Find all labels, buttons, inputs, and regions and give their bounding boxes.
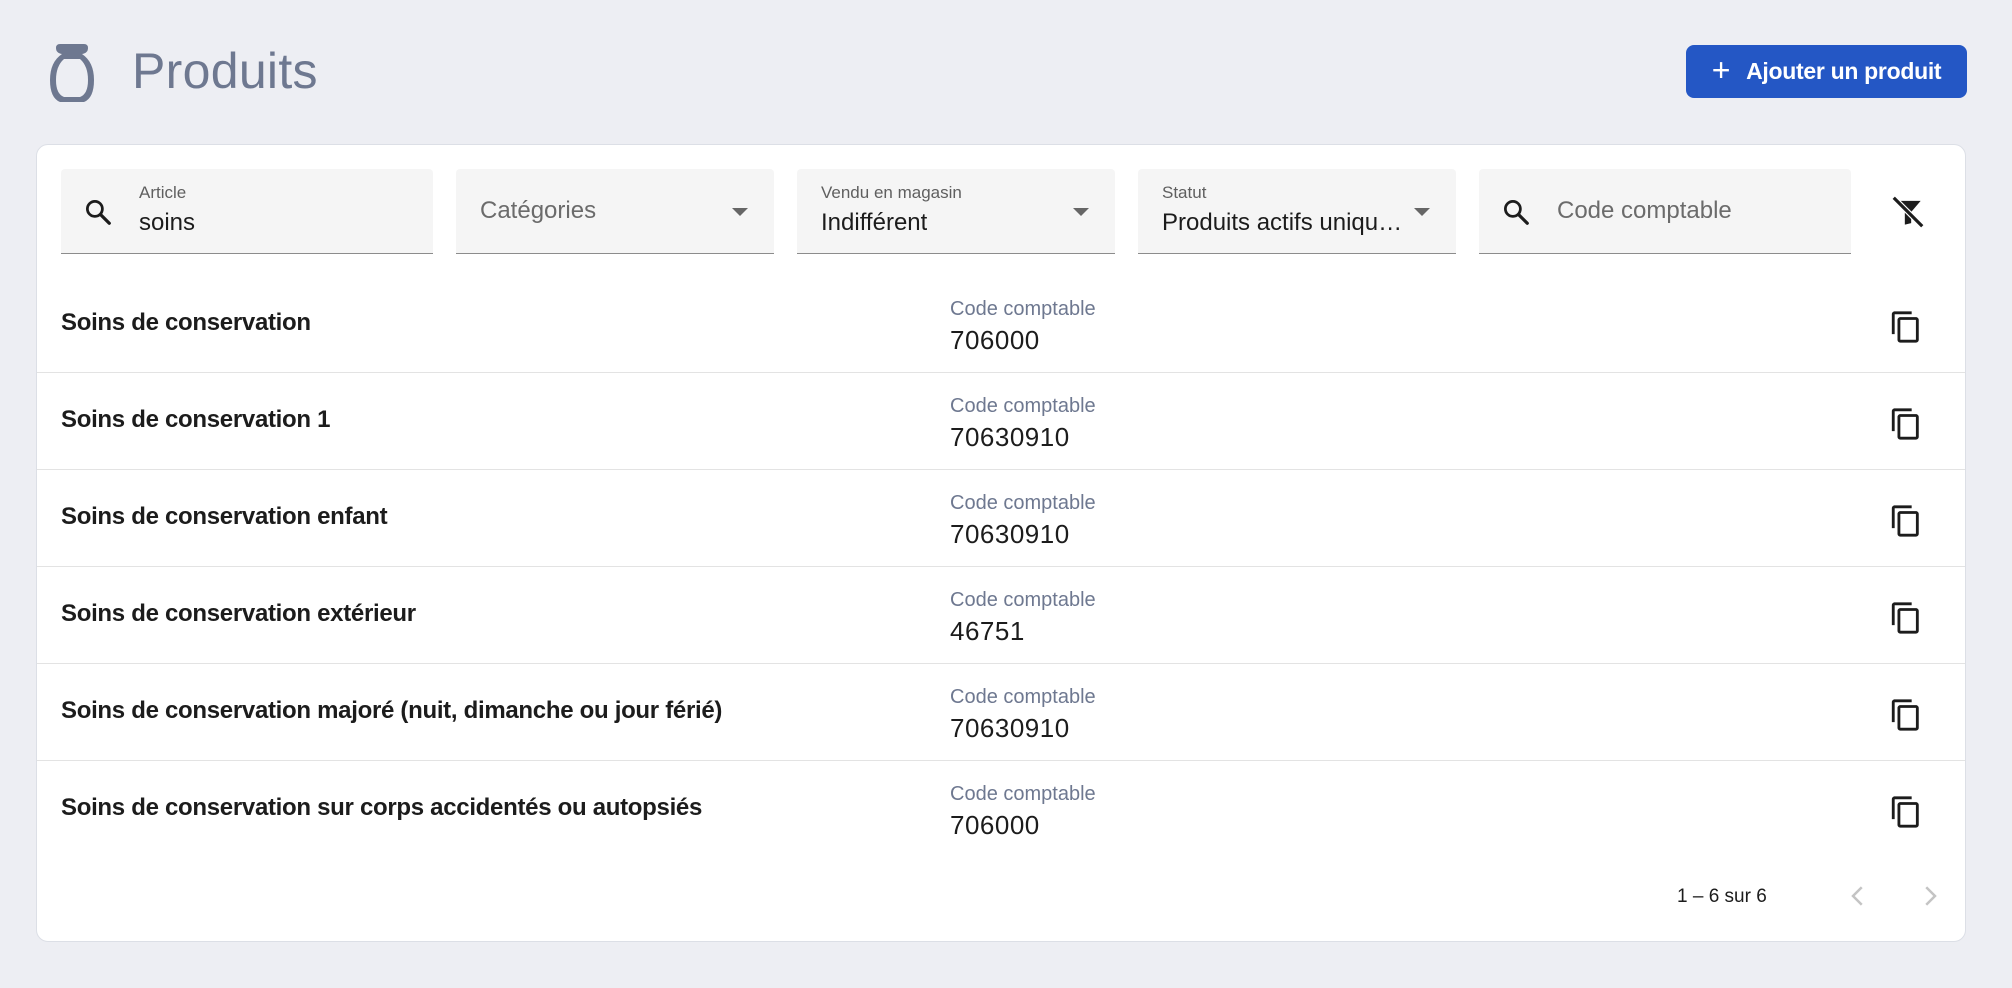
table-row[interactable]: Soins de conservation 1 Code comptable 7… [37, 373, 1965, 470]
vendu-label: Vendu en magasin [821, 183, 962, 202]
statut-label: Statut [1162, 183, 1207, 202]
code-value: 70630910 [950, 519, 1070, 549]
chevron-right-icon[interactable] [1915, 881, 1945, 911]
code-label: Code comptable [950, 783, 1096, 805]
copy-icon[interactable] [1889, 794, 1923, 830]
code-placeholder: Code comptable [1557, 197, 1732, 224]
product-name: Soins de conservation 1 [61, 406, 331, 433]
code-label: Code comptable [950, 298, 1096, 320]
page-header: Produits + Ajouter un produit [0, 0, 2012, 145]
code-value: 706000 [950, 810, 1040, 840]
copy-icon[interactable] [1889, 309, 1923, 345]
products-card: Article soins Catégories Vendu en magasi… [36, 144, 1966, 942]
product-name: Soins de conservation enfant [61, 503, 388, 530]
copy-icon[interactable] [1889, 600, 1923, 636]
product-name: Soins de conservation sur corps accident… [61, 794, 703, 821]
categories-placeholder: Catégories [480, 197, 597, 224]
copy-icon[interactable] [1889, 503, 1923, 539]
code-value: 70630910 [950, 713, 1070, 743]
chevron-left-icon[interactable] [1843, 881, 1873, 911]
code-value: 46751 [950, 616, 1025, 646]
table-row[interactable]: Soins de conservation majoré (nuit, dima… [37, 664, 1965, 761]
product-name: Soins de conservation [61, 309, 311, 336]
article-label: Article [139, 183, 187, 202]
code-search-input[interactable]: Code comptable [1479, 169, 1851, 254]
code-label: Code comptable [950, 395, 1096, 417]
chevron-down-icon [732, 208, 748, 216]
search-icon [86, 200, 111, 225]
pagination-range: 1 – 6 sur 6 [1677, 886, 1767, 907]
table-row[interactable]: Soins de conservation extérieur Code com… [37, 567, 1965, 664]
filter-off-icon[interactable] [1889, 193, 1927, 231]
article-value: soins [139, 209, 196, 236]
product-name: Soins de conservation majoré (nuit, dima… [61, 697, 723, 724]
table-row[interactable]: Soins de conservation enfant Code compta… [37, 470, 1965, 567]
plus-icon: + [1711, 52, 1731, 88]
categories-select[interactable]: Catégories [456, 169, 774, 254]
page-title: Produits [132, 43, 318, 99]
product-name: Soins de conservation extérieur [61, 600, 416, 627]
table-row[interactable]: Soins de conservation sur corps accident… [37, 761, 1965, 858]
vendu-select[interactable]: Vendu en magasin Indifférent [797, 169, 1115, 254]
statut-select[interactable]: Statut Produits actifs uniquement [1138, 169, 1456, 254]
add-product-button[interactable]: + Ajouter un produit [1686, 45, 1967, 98]
code-value: 70630910 [950, 422, 1070, 452]
copy-icon[interactable] [1889, 406, 1923, 442]
code-label: Code comptable [950, 492, 1096, 514]
code-value: 706000 [950, 325, 1040, 355]
statut-value: Produits actifs uniquement [1162, 209, 1406, 236]
vendu-value: Indifférent [821, 209, 928, 236]
urn-icon [50, 44, 94, 102]
add-product-label: Ajouter un produit [1746, 58, 1942, 84]
search-icon [1504, 200, 1529, 225]
copy-icon[interactable] [1889, 697, 1923, 733]
article-search-input[interactable]: Article soins [61, 169, 433, 254]
chevron-down-icon [1414, 208, 1430, 216]
code-label: Code comptable [950, 686, 1096, 708]
code-label: Code comptable [950, 589, 1096, 611]
chevron-down-icon [1073, 208, 1089, 216]
table-row[interactable]: Soins de conservation Code comptable 706… [37, 276, 1965, 373]
